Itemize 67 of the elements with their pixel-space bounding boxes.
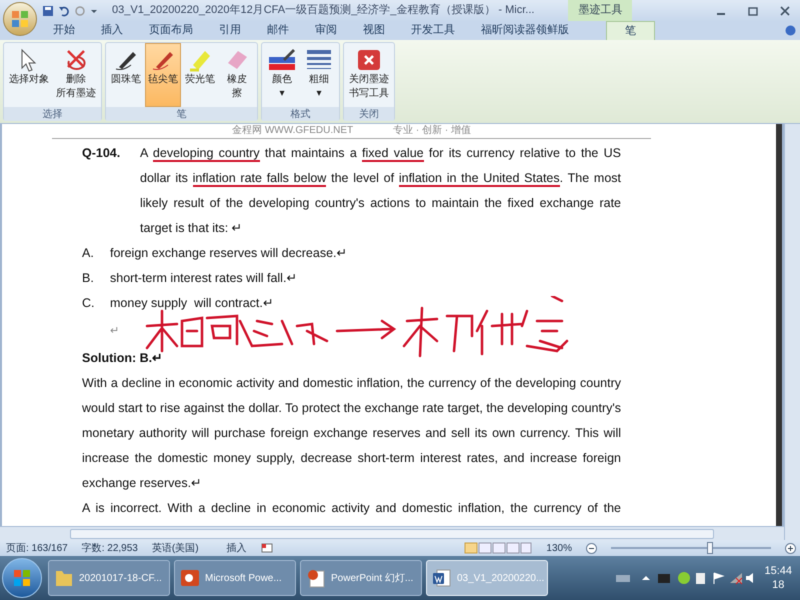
option-text: money supply will contract.↵ [110,295,274,312]
restore-icon[interactable] [748,6,758,16]
window-title: 03_V1_20200220_2020年12月CFA一级百题预测_经济学_金程教育（授课版） - Micr... [112,2,534,18]
ribbon-button[interactable]: 选择对象 [6,43,52,107]
zoom-slider-thumb[interactable] [707,542,714,554]
group-label: 选择 [4,107,101,121]
ribbon-button[interactable]: 颜色 ▾ [264,43,300,107]
ribbon-tab[interactable]: 页面布局 [136,21,206,40]
option-text: foreign exchange reserves will decrease.↵ [110,245,348,262]
presentation-app-icon [179,567,201,589]
ribbon-button[interactable]: 毡尖笔 [145,43,181,107]
ribbon-tab[interactable]: 笔 [606,21,655,40]
clock-date[interactable]: 18 [772,578,784,592]
ribbon-button[interactable]: 关闭墨迹 书写工具 [346,43,392,107]
page-count[interactable]: 页面: 163/167 [6,540,68,556]
document-app-icon [431,567,453,589]
page-header-text: 金程网 WWW.GFEDU.NET [232,125,354,137]
zoom-slider[interactable] [611,542,771,554]
office-button[interactable] [3,2,37,36]
zoom-in-icon[interactable] [785,542,796,554]
zoom-out-icon[interactable] [586,542,597,554]
horizontal-scrollbar[interactable] [0,526,784,540]
start-button[interactable] [2,558,42,598]
group-label: 格式 [262,107,339,121]
solution-title: Solution: B.↵ [82,350,164,367]
option-letter: A. [82,245,95,262]
close-icon[interactable] [780,6,790,16]
zoom-percent[interactable]: 130% [546,540,572,556]
ribbon-tab[interactable]: 开始 [40,21,88,40]
ribbon-tab[interactable]: 福昕阅读器领鲜版 [468,21,582,40]
clock-time[interactable]: 15:44 [764,564,792,578]
question-number: Q-104. [82,145,122,162]
group-label: 笔 [106,107,257,121]
undo-icon[interactable] [58,4,70,16]
ribbon-button[interactable]: 粗细 ▾ [301,43,337,107]
vertical-scrollbar[interactable] [784,124,800,540]
color-pen-icon [267,47,297,73]
ribbon-tab[interactable]: 审阅 [302,21,350,40]
ribbon-tab[interactable]: 开发工具 [398,21,468,40]
word-count[interactable]: 字数: 22,953 [82,540,138,556]
ribbon-button[interactable]: 橡皮 擦 [219,43,255,107]
ribbon-tab[interactable]: 插入 [88,21,136,40]
close-icon [356,47,382,73]
language-indicator[interactable]: 英语(美国) [152,540,199,556]
save-icon[interactable] [42,4,54,16]
ribbon-button[interactable]: 删除 所有墨迹 [53,43,99,107]
ribbon-tab[interactable]: 邮件 [254,21,302,40]
ribbon-tab[interactable]: 视图 [350,21,398,40]
slideshow-icon [305,567,327,589]
office-logo-icon [10,9,30,29]
page-header-text: 专业 · 创新 · 增值 [393,125,471,137]
option-letter: B. [82,270,95,287]
ribbon-tab[interactable]: 引用 [206,21,254,40]
solution-paragraph: A is incorrect. With a decline in economic activity and domestic inflation, the currency of the [82,500,621,517]
option-letter: C. [82,295,96,312]
context-tab-header: 墨迹工具 [568,0,632,21]
windows-logo-icon [12,568,32,588]
group-label: 关闭 [344,107,394,121]
question-text: A developing country that maintains a fixed value for its currency relative to the US dollar its inflation rate falls below the level of inflation in the United States. The most likely result of the developing country's actions to maintain the fixed exchange rate target is that its: ↵ [140,145,621,237]
paragraph-mark: ↵ [110,325,119,337]
ribbon-button[interactable]: 荧光笔 [182,43,218,107]
solution-paragraph: With a decline in economic activity and domestic inflation, the currency of the developing country would start to rise against the dollar. To protect the exchange rate target, the developing country's monetary authority will purchase foreign exchange reserves and sell its own currency. This will increase the domestic money supply, decrease short-term interest rates, and increase foreign exchange reserves.↵ [82,375,621,492]
insert-mode[interactable]: 插入 [226,540,247,556]
ribbon-button[interactable]: 圆珠笔 [108,43,144,107]
macro-record-icon[interactable] [260,543,273,553]
option-text: short-term interest rates will fall.↵ [110,270,298,287]
help-icon[interactable] [785,25,796,36]
